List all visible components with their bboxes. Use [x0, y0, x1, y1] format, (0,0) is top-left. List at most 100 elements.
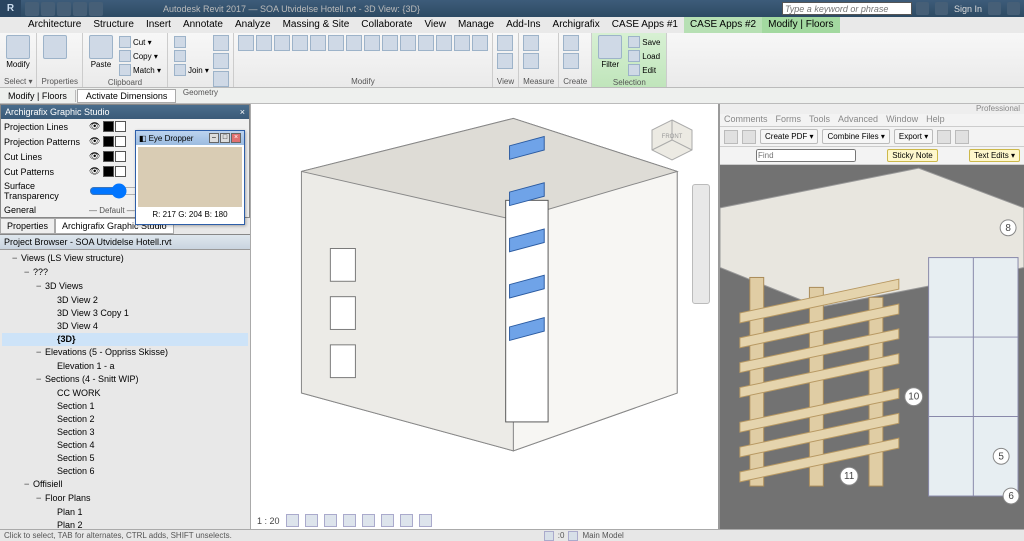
minimize-icon[interactable]: –: [209, 133, 219, 143]
eye-icon[interactable]: 👁: [89, 151, 100, 162]
tree-node[interactable]: CC WORK: [2, 387, 248, 400]
tree-node[interactable]: Plan 2: [2, 519, 248, 529]
color-swatch-light[interactable]: [115, 166, 126, 177]
offset-icon[interactable]: [256, 35, 272, 51]
color-swatch-dark[interactable]: [103, 136, 114, 147]
qat-open-icon[interactable]: [25, 2, 39, 16]
menu-help[interactable]: Help: [926, 114, 945, 126]
qat-redo-icon[interactable]: [73, 2, 87, 16]
acrobat-document[interactable]: 8 10 5 6 11: [720, 165, 1024, 529]
expand-icon[interactable]: −: [12, 253, 21, 266]
tab-case2[interactable]: CASE Apps #2: [684, 17, 762, 33]
crop-icon[interactable]: [362, 514, 375, 527]
exchange-icon[interactable]: [988, 2, 1001, 15]
cutgeom-button[interactable]: [172, 49, 211, 63]
print-icon[interactable]: [724, 130, 738, 144]
infocenter-icon[interactable]: [916, 2, 929, 15]
cope-button[interactable]: [172, 35, 211, 49]
load-sel-button[interactable]: Load: [626, 49, 662, 63]
worksets-icon[interactable]: [568, 531, 578, 541]
rotate-icon[interactable]: [328, 35, 344, 51]
viewcube[interactable]: FRONT: [648, 116, 696, 164]
expand-icon[interactable]: −: [24, 479, 33, 492]
signin-button[interactable]: Sign In: [954, 4, 982, 14]
tree-node[interactable]: Section 1: [2, 400, 248, 413]
crop-region-icon[interactable]: [381, 514, 394, 527]
tab-analyze[interactable]: Analyze: [229, 17, 277, 33]
color-swatch-light[interactable]: [115, 151, 126, 162]
select-icon[interactable]: [740, 150, 752, 162]
eye-icon[interactable]: 👁: [89, 166, 100, 177]
export-button[interactable]: Export ▾: [894, 129, 933, 144]
mod-icon[interactable]: [472, 35, 488, 51]
scale-icon[interactable]: [400, 35, 416, 51]
join-button[interactable]: Join ▾: [172, 63, 211, 77]
eye-icon[interactable]: 👁: [89, 121, 100, 132]
eye-dropper-window[interactable]: ◧ Eye Dropper – □ × R: 217 G: 204 B: 180: [135, 130, 245, 225]
tree-node[interactable]: Elevation 1 - a: [2, 360, 248, 373]
scale-display[interactable]: 1 : 20: [257, 516, 280, 526]
tab-properties-palette[interactable]: Properties: [0, 218, 55, 234]
tab-architecture[interactable]: Architecture: [22, 17, 87, 33]
menu-tools[interactable]: Tools: [809, 114, 830, 126]
close-icon[interactable]: ×: [231, 133, 241, 143]
tree-node[interactable]: −Elevations (5 - Oppriss Skisse): [2, 346, 248, 360]
split-icon[interactable]: [364, 35, 380, 51]
tree-node[interactable]: −Views (LS View structure): [2, 252, 248, 266]
viewport-3d[interactable]: FRONT 1 : 20: [250, 104, 718, 529]
qat-print-icon[interactable]: [89, 2, 103, 16]
navigation-bar[interactable]: [692, 184, 710, 304]
tab-insert[interactable]: Insert: [140, 17, 177, 33]
hand-icon[interactable]: [724, 150, 736, 162]
delete-icon[interactable]: [454, 35, 470, 51]
revit-logo-icon[interactable]: R: [0, 0, 21, 17]
combine-files-button[interactable]: Combine Files ▾: [822, 129, 889, 144]
find-input[interactable]: [756, 149, 856, 162]
color-swatch-dark[interactable]: [103, 166, 114, 177]
color-swatch-light[interactable]: [115, 136, 126, 147]
cut-button[interactable]: Cut ▾: [117, 35, 163, 49]
tree-node[interactable]: 3D View 3 Copy 1: [2, 307, 248, 320]
maximize-icon[interactable]: □: [220, 133, 230, 143]
activate-dimensions-button[interactable]: Activate Dimensions: [77, 89, 177, 103]
create-pdf-button[interactable]: Create PDF ▾: [760, 129, 818, 144]
save-sel-button[interactable]: Save: [626, 35, 662, 49]
expand-icon[interactable]: −: [36, 347, 45, 360]
pin-icon[interactable]: [418, 35, 434, 51]
tab-collaborate[interactable]: Collaborate: [355, 17, 418, 33]
expand-icon[interactable]: −: [36, 374, 45, 387]
tab-structure[interactable]: Structure: [87, 17, 140, 33]
expand-icon[interactable]: −: [36, 281, 45, 294]
tab-addins[interactable]: Add-Ins: [500, 17, 546, 33]
measure-icon[interactable]: [523, 35, 539, 51]
sun-icon[interactable]: [324, 514, 337, 527]
sticky-note-button[interactable]: Sticky Note: [887, 149, 937, 162]
tab-manage[interactable]: Manage: [452, 17, 500, 33]
filter-button[interactable]: Filter: [596, 35, 624, 77]
tree-node[interactable]: −3D Views: [2, 280, 248, 294]
mail-icon[interactable]: [742, 130, 756, 144]
tab-view[interactable]: View: [418, 17, 452, 33]
match-button[interactable]: Match ▾: [117, 63, 163, 77]
unpin-icon[interactable]: [436, 35, 452, 51]
create-icon-2[interactable]: [563, 53, 579, 69]
close-icon[interactable]: ×: [240, 107, 245, 117]
tree-node[interactable]: Section 2: [2, 413, 248, 426]
visual-style-icon[interactable]: [305, 514, 318, 527]
tree-node[interactable]: Section 4: [2, 439, 248, 452]
edit-sel-button[interactable]: Edit: [626, 63, 662, 77]
paste-button[interactable]: Paste: [87, 35, 115, 77]
project-browser-tree[interactable]: −Views (LS View structure)−???−3D Views3…: [0, 250, 250, 529]
secure-icon[interactable]: [937, 130, 951, 144]
tree-node[interactable]: Plan 1: [2, 506, 248, 519]
tab-massing[interactable]: Massing & Site: [277, 17, 356, 33]
expand-icon[interactable]: −: [36, 493, 45, 506]
tree-node[interactable]: Section 5: [2, 452, 248, 465]
array-icon[interactable]: [382, 35, 398, 51]
status-icon-1[interactable]: [544, 531, 554, 541]
help-search-input[interactable]: [782, 2, 912, 15]
copy2-icon[interactable]: [310, 35, 326, 51]
expand-icon[interactable]: −: [24, 267, 33, 280]
trim-icon[interactable]: [346, 35, 362, 51]
color-swatch-dark[interactable]: [103, 121, 114, 132]
